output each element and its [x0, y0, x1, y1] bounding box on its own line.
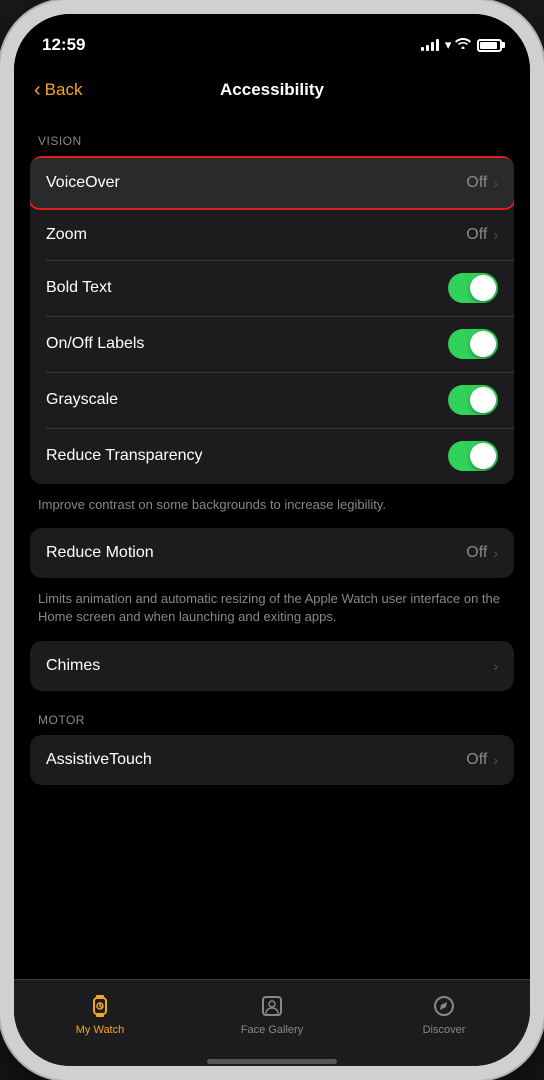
- facegallery-icon: [258, 992, 286, 1020]
- grayscale-toggle[interactable]: [448, 385, 498, 415]
- reducetransparency-row[interactable]: Reduce Transparency: [30, 428, 514, 484]
- motor-settings-group: AssistiveTouch Off ›: [30, 735, 514, 785]
- vision-settings-group: VoiceOver Off › Zoom Off ›: [30, 156, 514, 484]
- grayscale-label: Grayscale: [46, 391, 118, 409]
- assistivetouch-chevron-icon: ›: [493, 752, 498, 768]
- tab-facegallery[interactable]: Face Gallery: [186, 988, 358, 1036]
- phone-screen: 12:59 ▾⁠ ‹: [14, 14, 530, 1066]
- back-button[interactable]: ‹ Back: [34, 80, 82, 100]
- boldtext-toggle[interactable]: [448, 273, 498, 303]
- reducemotion-status: Off: [466, 544, 487, 562]
- chimes-settings-group: Chimes ›: [30, 641, 514, 691]
- reducetransparency-label: Reduce Transparency: [46, 447, 203, 465]
- discover-tab-label: Discover: [423, 1024, 466, 1036]
- motion-settings-group: Reduce Motion Off ›: [30, 528, 514, 578]
- chimes-label: Chimes: [46, 657, 100, 675]
- discover-icon: [430, 992, 458, 1020]
- grayscale-toggle-knob: [470, 387, 496, 413]
- onofflabels-row[interactable]: On/Off Labels: [30, 316, 514, 372]
- signal-icon: [421, 39, 439, 51]
- onofflabels-label: On/Off Labels: [46, 335, 144, 353]
- home-indicator: [14, 1061, 530, 1066]
- notch: [207, 14, 337, 42]
- boldtext-label: Bold Text: [46, 279, 112, 297]
- home-bar: [207, 1059, 337, 1064]
- back-label: Back: [45, 80, 83, 100]
- status-icons: ▾⁠: [421, 37, 502, 53]
- onofflabels-toggle-knob: [470, 331, 496, 357]
- voiceover-highlight: VoiceOver Off ›: [30, 156, 514, 210]
- motor-section-label: MOTOR: [30, 695, 514, 735]
- tab-bar: My Watch Face Gallery: [14, 979, 530, 1061]
- nav-bar: ‹ Back Accessibility: [14, 64, 530, 116]
- zoom-label: Zoom: [46, 226, 87, 244]
- zoom-chevron-icon: ›: [493, 227, 498, 243]
- boldtext-toggle-knob: [470, 275, 496, 301]
- voiceover-label: VoiceOver: [46, 174, 120, 192]
- mywatch-icon: [86, 992, 114, 1020]
- voiceover-status: Off: [466, 174, 487, 192]
- assistivetouch-row[interactable]: AssistiveTouch Off ›: [30, 735, 514, 785]
- zoom-row[interactable]: Zoom Off ›: [30, 210, 514, 260]
- reducemotion-value: Off ›: [466, 544, 498, 562]
- voiceover-value: Off ›: [466, 174, 498, 192]
- wifi-icon: ▾⁠: [445, 37, 471, 53]
- page-title: Accessibility: [220, 80, 324, 100]
- zoom-status: Off: [466, 226, 487, 244]
- chimes-chevron-icon: ›: [493, 658, 498, 674]
- battery-icon: [477, 39, 502, 52]
- boldtext-row[interactable]: Bold Text: [30, 260, 514, 316]
- zoom-value: Off ›: [466, 226, 498, 244]
- assistivetouch-status: Off: [466, 751, 487, 769]
- assistivetouch-label: AssistiveTouch: [46, 751, 152, 769]
- motion-description: Limits animation and automatic resizing …: [30, 582, 514, 640]
- tab-mywatch[interactable]: My Watch: [14, 988, 186, 1036]
- voiceover-row[interactable]: VoiceOver Off ›: [30, 158, 514, 208]
- back-chevron-icon: ‹: [34, 80, 41, 100]
- reducemotion-chevron-icon: ›: [493, 545, 498, 561]
- reducemotion-label: Reduce Motion: [46, 544, 154, 562]
- grayscale-row[interactable]: Grayscale: [30, 372, 514, 428]
- reducemotion-row[interactable]: Reduce Motion Off ›: [30, 528, 514, 578]
- reducetransparency-toggle-knob: [470, 443, 496, 469]
- reducetransparency-toggle[interactable]: [448, 441, 498, 471]
- tab-discover[interactable]: Discover: [358, 988, 530, 1036]
- mywatch-tab-label: My Watch: [76, 1024, 125, 1036]
- vision-description: Improve contrast on some backgrounds to …: [30, 488, 514, 528]
- vision-section-label: VISION: [30, 116, 514, 156]
- assistivetouch-value: Off ›: [466, 751, 498, 769]
- phone-frame: 12:59 ▾⁠ ‹: [0, 0, 544, 1080]
- facegallery-tab-label: Face Gallery: [241, 1024, 303, 1036]
- chimes-row[interactable]: Chimes ›: [30, 641, 514, 691]
- voiceover-chevron-icon: ›: [493, 175, 498, 191]
- onofflabels-toggle[interactable]: [448, 329, 498, 359]
- status-time: 12:59: [42, 35, 85, 55]
- chimes-value: ›: [493, 658, 498, 674]
- settings-content: VISION VoiceOver Off › Zoom: [14, 116, 530, 979]
